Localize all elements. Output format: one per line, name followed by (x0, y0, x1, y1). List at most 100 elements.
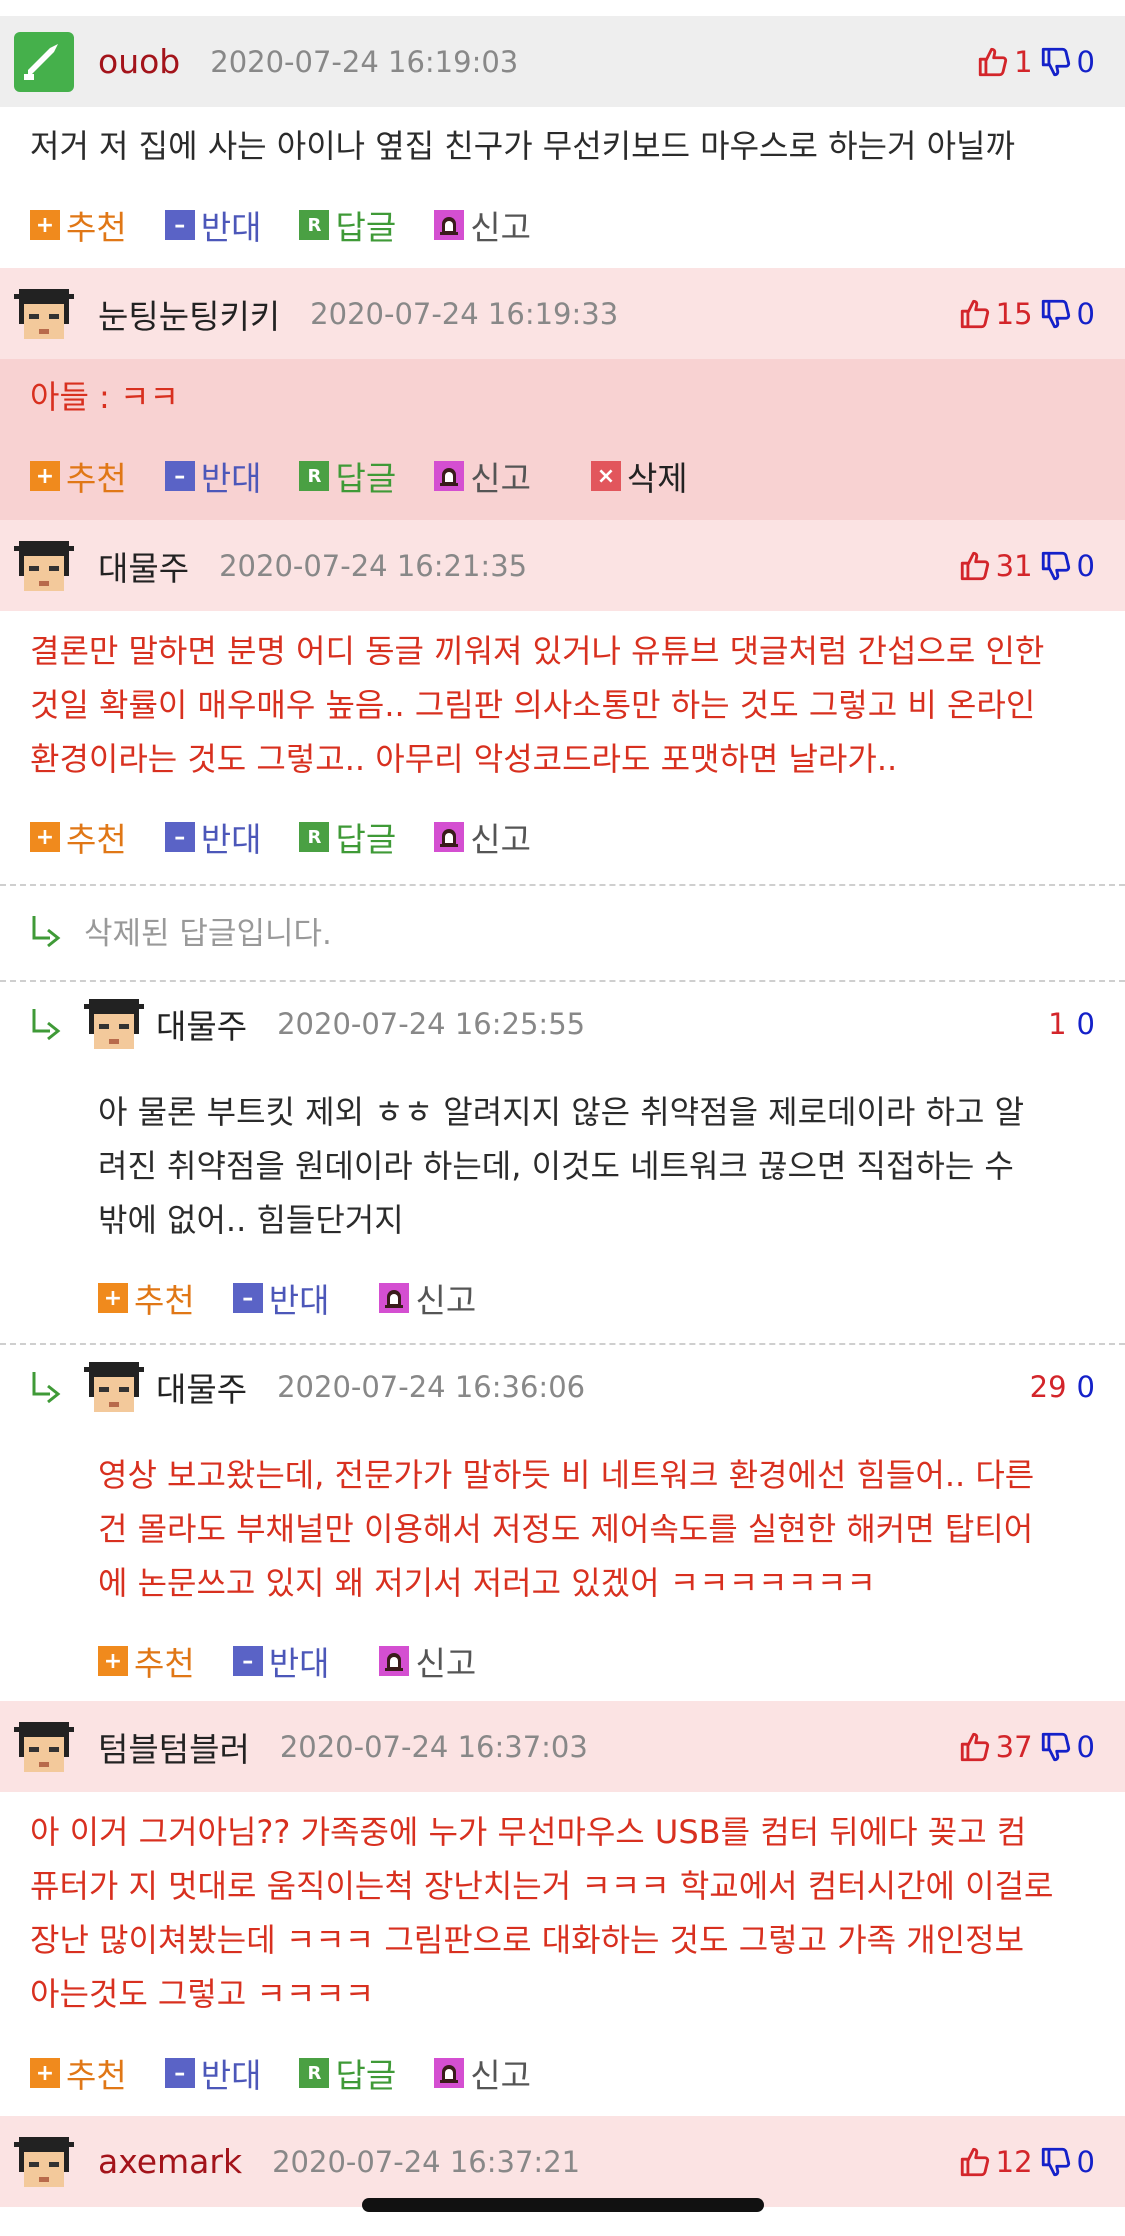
recommend-button[interactable]: + 추천 (30, 201, 127, 249)
comment-header: axemark 2020-07-24 16:37:21 12 0 (0, 2116, 1125, 2207)
comment-line: 것일 확률이 매우매우 높음.. 그림판 의사소통만 하는 것도 그렇고 비 온… (30, 686, 1036, 724)
oppose-button[interactable]: – 반대 (232, 1274, 329, 1322)
alarm-bell-icon (379, 1283, 409, 1313)
comment-line: 저거 저 집에 사는 아이나 옆집 친구가 무선키보드 마우스로 하는거 아닐까 (30, 127, 1015, 165)
reply-text: 아 물론 부트킷 제외 ㅎㅎ 알려지지 않은 취약점을 제로데이라 하고 알 려… (0, 1085, 1125, 1247)
pixel-avatar-icon (14, 2132, 74, 2192)
nickname[interactable]: 대물주 (156, 1000, 247, 1048)
oppose-button[interactable]: – 반대 (164, 2049, 261, 2097)
nickname[interactable]: 대물주 (156, 1363, 247, 1411)
reply-actions: + 추천 – 반대 신고 (98, 1268, 514, 1328)
reply-icon: R (299, 461, 330, 491)
home-indicator[interactable] (362, 2198, 764, 2212)
thumbs-down-icon[interactable] (1039, 297, 1073, 331)
comment-text: 아들 : ㅋㅋ (0, 370, 1125, 424)
comment-line: 아들 : ㅋㅋ (30, 378, 179, 416)
minus-icon: – (232, 1283, 263, 1313)
vote-counts: 1 0 (976, 16, 1095, 107)
thumbs-up-icon[interactable] (958, 549, 992, 583)
alarm-bell-icon (434, 210, 464, 240)
oppose-button[interactable]: – 반대 (232, 1637, 329, 1685)
oppose-button[interactable]: – 반대 (164, 201, 261, 249)
minus-icon: – (164, 210, 195, 240)
deleted-reply-text: 삭제된 답글입니다. (84, 916, 332, 952)
nickname[interactable]: 텀블텀블러 (98, 1723, 250, 1771)
timestamp: 2020-07-24 16:37:03 (279, 1729, 588, 1764)
reply-button[interactable]: R 답글 (299, 452, 396, 500)
reply-button[interactable]: R 답글 (299, 2049, 396, 2097)
pixel-avatar-icon (14, 536, 74, 596)
reply-icon: R (299, 2058, 330, 2088)
pixel-avatar-icon (84, 994, 144, 1054)
alarm-bell-icon (434, 2058, 464, 2088)
delete-x-icon: × (590, 461, 621, 491)
reply-line: 아 물론 부트킷 제외 ㅎㅎ 알려지지 않은 취약점을 제로데이라 하고 알 (98, 1093, 1025, 1131)
recommend-button[interactable]: + 추천 (98, 1637, 195, 1685)
report-button[interactable]: 신고 (434, 2049, 531, 2097)
reply-icon: R (299, 210, 330, 240)
reply-line: 영상 보고왔는데, 전문가가 말하듯 비 네트워크 환경에선 힘들어.. 다른 (98, 1456, 1035, 1494)
report-button[interactable]: 신고 (434, 813, 531, 861)
divider (0, 884, 1125, 886)
thumbs-down-icon[interactable] (1039, 1730, 1073, 1764)
comment-header: 눈팅눈팅키키 2020-07-24 16:19:33 15 0 (0, 268, 1125, 359)
reply-actions: + 추천 – 반대 신고 (98, 1631, 514, 1691)
vote-counts: 15 0 (958, 268, 1095, 359)
minus-icon: – (164, 822, 195, 852)
alarm-bell-icon (434, 822, 464, 852)
recommend-button[interactable]: + 추천 (98, 1274, 195, 1322)
nickname[interactable]: axemark (98, 2142, 242, 2181)
pixel-avatar-icon (84, 1357, 144, 1417)
reply-button[interactable]: R 답글 (299, 201, 396, 249)
upvote-count: 29 (1029, 1370, 1067, 1404)
downvote-count: 0 (1076, 1370, 1095, 1404)
recommend-button[interactable]: + 추천 (30, 2049, 127, 2097)
reply-icon: R (299, 822, 330, 852)
nickname[interactable]: ouob (98, 42, 180, 81)
plus-icon: + (98, 1646, 128, 1676)
oppose-button[interactable]: – 반대 (164, 813, 261, 861)
comment-line: 아는것도 그렇고 ㅋㅋㅋㅋ (30, 1975, 375, 2013)
downvote-count: 0 (1076, 1729, 1095, 1764)
downvote-count: 0 (1076, 44, 1095, 79)
thumbs-up-icon[interactable] (976, 45, 1010, 79)
nickname[interactable]: 눈팅눈팅키키 (98, 290, 280, 338)
recommend-button[interactable]: + 추천 (30, 813, 127, 861)
upvote-count: 1 (1014, 44, 1033, 79)
minus-icon: – (164, 461, 195, 491)
upvote-count: 1 (1048, 1007, 1067, 1041)
reply-button[interactable]: R 답글 (299, 813, 396, 861)
timestamp: 2020-07-24 16:25:55 (277, 1007, 586, 1041)
reply-header: 대물주 2020-07-24 16:36:06 29 0 (0, 1342, 1125, 1432)
report-button[interactable]: 신고 (434, 201, 531, 249)
comment-text: 저거 저 집에 사는 아이나 옆집 친구가 무선키보드 마우스로 하는거 아닐까 (0, 119, 1125, 173)
thumbs-up-icon[interactable] (958, 297, 992, 331)
delete-button[interactable]: × 삭제 (590, 452, 688, 500)
comment-actions: + 추천 – 반대 R 답글 신고 (30, 807, 569, 867)
comment-header: 텀블텀블러 2020-07-24 16:37:03 37 0 (0, 1701, 1125, 1792)
comment-header: 대물주 2020-07-24 16:21:35 31 0 (0, 520, 1125, 611)
thumbs-down-icon[interactable] (1039, 2145, 1073, 2179)
alarm-bell-icon (434, 461, 464, 491)
thumbs-up-icon[interactable] (958, 2145, 992, 2179)
report-button[interactable]: 신고 (379, 1637, 476, 1685)
reply-text: 영상 보고왔는데, 전문가가 말하듯 비 네트워크 환경에선 힘들어.. 다른 … (0, 1448, 1125, 1610)
recommend-button[interactable]: + 추천 (30, 452, 127, 500)
pixel-avatar-icon (14, 284, 74, 344)
downvote-count: 0 (1076, 2144, 1095, 2179)
report-button[interactable]: 신고 (379, 1274, 476, 1322)
thumbs-down-icon[interactable] (1039, 45, 1073, 79)
timestamp: 2020-07-24 16:19:33 (310, 296, 619, 331)
timestamp: 2020-07-24 16:21:35 (219, 548, 528, 583)
oppose-button[interactable]: – 반대 (164, 452, 261, 500)
report-button[interactable]: 신고 (434, 452, 531, 500)
nickname[interactable]: 대물주 (98, 542, 189, 590)
thumbs-down-icon[interactable] (1039, 549, 1073, 583)
reply-line: 에 논문쓰고 있지 왜 저기서 저러고 있겠어 ㅋㅋㅋㅋㅋㅋㅋ (98, 1564, 876, 1602)
comment-line: 결론만 말하면 분명 어디 동글 끼워져 있거나 유튜브 댓글처럼 간섭으로 인… (30, 632, 1045, 670)
thumbs-up-icon[interactable] (958, 1730, 992, 1764)
comment-text: 아 이거 그거아님?? 가족중에 누가 무선마우스 USB를 컴터 뒤에다 꽂고… (0, 1805, 1125, 2021)
upvote-count: 12 (995, 2144, 1033, 2179)
downvote-count: 0 (1076, 296, 1095, 331)
timestamp: 2020-07-24 16:19:03 (210, 44, 519, 79)
